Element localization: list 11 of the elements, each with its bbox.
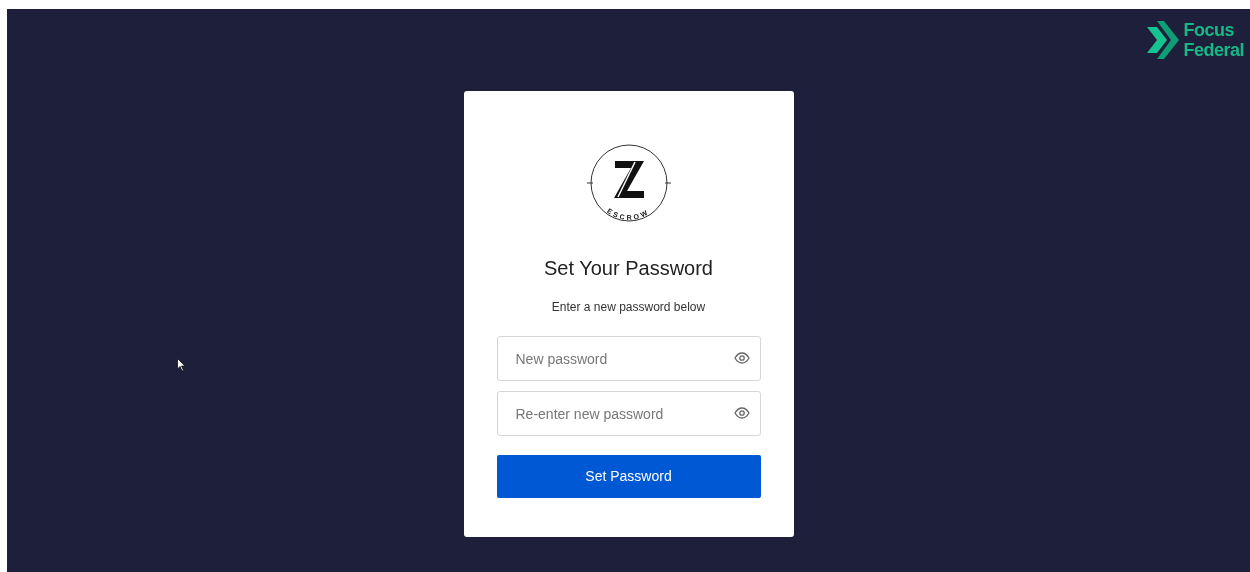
set-password-button[interactable]: Set Password [496, 455, 761, 498]
eye-icon[interactable] [733, 407, 750, 419]
brand-name: Federal [1183, 40, 1244, 60]
chevrons-icon [1147, 21, 1180, 59]
password-field[interactable]: Re-enter new password [496, 391, 761, 436]
cursor-icon [177, 358, 186, 372]
page-title: Set Your Password [544, 256, 713, 281]
eye-icon[interactable] [733, 352, 750, 364]
subtitle: Enter a new password below [551, 299, 706, 316]
password-field[interactable]: New password [496, 336, 761, 381]
brand-name: Focus [1183, 20, 1235, 40]
